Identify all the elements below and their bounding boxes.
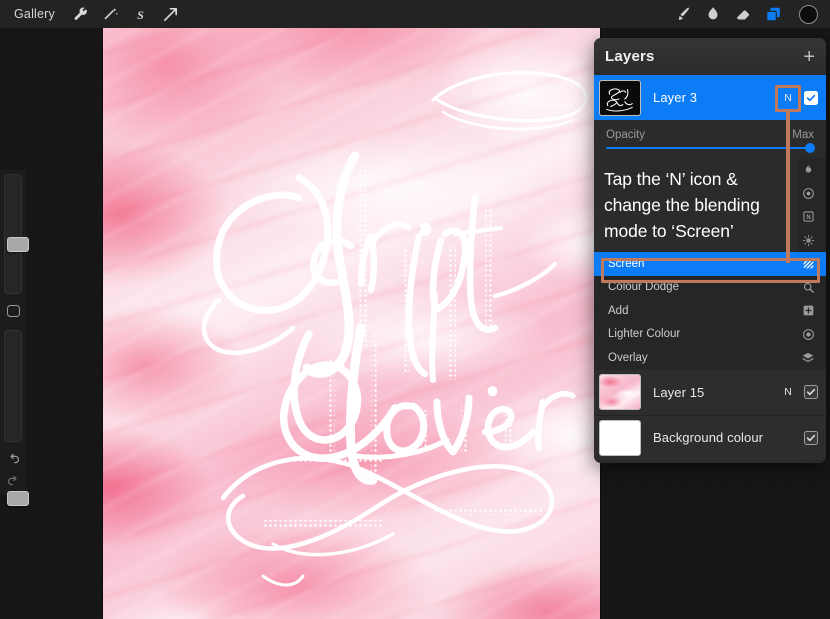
callout-line-1: Tap the ‘N’ icon & (604, 166, 790, 192)
layer-thumbnail (599, 80, 641, 116)
svg-text:S: S (137, 7, 144, 21)
modify-button[interactable] (0, 298, 26, 324)
layer-visibility-checkbox[interactable] (804, 431, 818, 445)
blend-mode-item-add[interactable]: Add (594, 299, 826, 323)
toolbar-right-group (668, 0, 830, 28)
transform-arrow-icon[interactable] (155, 0, 185, 28)
layer-visibility-checkbox[interactable] (804, 385, 818, 399)
color-swatch[interactable] (799, 5, 818, 24)
callout-line-2: change the blending (604, 192, 790, 218)
blend-mode-item-lighter-colour[interactable]: Lighter Colour (594, 323, 826, 347)
redo-button[interactable] (0, 468, 26, 494)
layers-stack-icon (801, 351, 815, 365)
blend-mode-label: Screen (608, 258, 644, 270)
svg-text:N: N (806, 215, 810, 221)
artwork-canvas[interactable] (103, 28, 600, 619)
blend-mode-n-button[interactable]: N (781, 386, 795, 398)
layer-visibility-checkbox[interactable] (804, 91, 818, 105)
flame-icon (801, 163, 815, 177)
blend-mode-label: Add (608, 305, 628, 317)
hatch-icon (801, 257, 815, 271)
blend-mode-list: N Lighten Screen (594, 158, 826, 370)
procreate-app: Gallery S (0, 0, 830, 619)
layer-row[interactable]: Layer 15 N (594, 370, 826, 415)
layer-thumbnail (599, 374, 641, 410)
callout-line-3: mode to ‘Screen’ (604, 218, 790, 244)
magic-wand-icon[interactable] (95, 0, 125, 28)
wrench-icon[interactable] (65, 0, 95, 28)
instruction-callout: Tap the ‘N’ icon & change the blending m… (594, 158, 798, 252)
brush-size-handle[interactable] (7, 237, 29, 252)
blend-mode-label: Lighter Colour (608, 328, 680, 340)
brush-sidebar (0, 170, 26, 495)
layer-name: Layer 3 (653, 90, 697, 105)
opacity-handle[interactable] (805, 143, 815, 153)
brush-opacity-slider[interactable] (4, 330, 22, 442)
layers-panel-title: Layers (605, 48, 655, 65)
square-outline-icon (7, 305, 20, 317)
opacity-labels: Opacity Max (606, 129, 814, 141)
layers-panel-header: Layers + (594, 38, 826, 75)
layer-name: Background colour (653, 430, 763, 445)
add-layer-button[interactable]: + (803, 47, 815, 67)
smudge-icon[interactable] (698, 0, 728, 28)
top-toolbar: Gallery S (0, 0, 830, 28)
layer-row-controls: N (781, 385, 818, 399)
blend-mode-item-screen[interactable]: Screen (594, 252, 826, 276)
layers-icon[interactable] (758, 0, 788, 28)
layer-row-controls: N (781, 91, 818, 105)
layer-row-background[interactable]: Background colour (594, 415, 826, 460)
opacity-track[interactable] (606, 147, 814, 149)
brush-size-slider[interactable] (4, 174, 22, 294)
sun-icon (801, 233, 815, 247)
blend-mode-item-overlay[interactable]: Overlay (594, 346, 826, 370)
blend-mode-label: Overlay (608, 352, 648, 364)
layer-row-controls (804, 431, 818, 445)
n-box-icon: N (801, 210, 815, 224)
opacity-value: Max (792, 129, 814, 141)
circle-dot-icon (801, 327, 815, 341)
circle-dot-icon (801, 186, 815, 200)
layer-row-selected[interactable]: Layer 3 N (594, 75, 826, 120)
background-colour-thumbnail (599, 420, 641, 456)
gallery-button[interactable]: Gallery (0, 0, 65, 28)
opacity-label: Opacity (606, 129, 645, 141)
layer-name: Layer 15 (653, 385, 704, 400)
plus-box-icon (801, 304, 815, 318)
magnifier-icon (801, 280, 815, 294)
script-lettering-artwork (103, 28, 600, 619)
opacity-slider-row[interactable]: Opacity Max (594, 120, 826, 158)
blend-mode-item-colour-dodge[interactable]: Colour Dodge (594, 276, 826, 300)
selection-s-icon[interactable]: S (125, 0, 155, 28)
layers-panel: Layers + Layer 3 (594, 38, 826, 463)
paintbrush-icon[interactable] (668, 0, 698, 28)
eraser-icon[interactable] (728, 0, 758, 28)
annotation-connector-line (786, 110, 790, 263)
blend-mode-n-button[interactable]: N (781, 92, 795, 104)
blend-mode-label: Colour Dodge (608, 281, 679, 293)
